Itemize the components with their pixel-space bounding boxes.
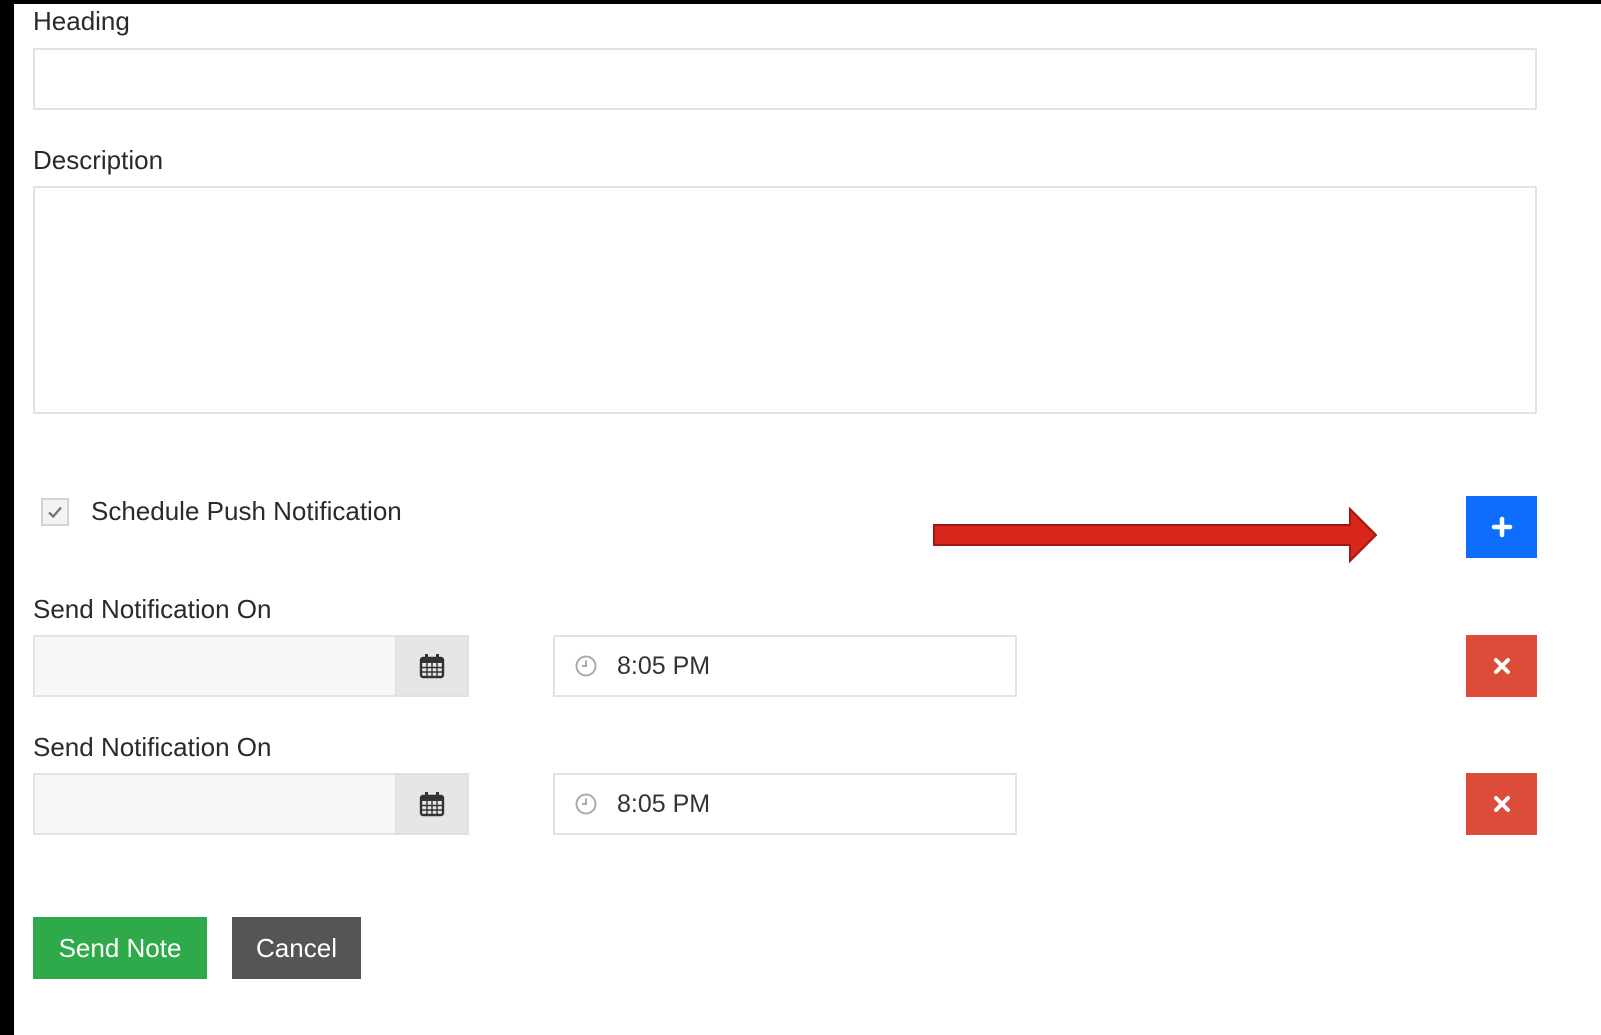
time-input[interactable]: 8:05 PM: [553, 635, 1017, 697]
add-notification-button[interactable]: [1466, 496, 1537, 558]
time-input[interactable]: 8:05 PM: [553, 773, 1017, 835]
schedule-checkbox[interactable]: [41, 498, 69, 526]
send-notification-label: Send Notification On: [33, 594, 272, 624]
date-input[interactable]: [33, 773, 397, 835]
times-icon: [1493, 796, 1510, 812]
description-label: Description: [33, 145, 164, 175]
remove-notification-button[interactable]: [1466, 773, 1537, 835]
heading-input[interactable]: [33, 48, 1537, 110]
calendar-icon: [419, 654, 445, 679]
clock-icon: [573, 653, 599, 679]
calendar-button[interactable]: [395, 773, 469, 835]
send-notification-label: Send Notification On: [33, 732, 272, 762]
red-arrow-annotation: [933, 506, 1378, 564]
plus-icon: [1491, 516, 1512, 538]
times-icon: [1493, 658, 1510, 674]
heading-label: Heading: [33, 6, 130, 36]
date-input[interactable]: [33, 635, 397, 697]
clock-icon: [573, 791, 599, 817]
schedule-label: Schedule Push Notification: [91, 496, 402, 526]
time-value: 8:05 PM: [617, 789, 711, 818]
time-value: 8:05 PM: [617, 651, 711, 680]
remove-notification-button[interactable]: [1466, 635, 1537, 697]
check-icon: [48, 506, 62, 519]
calendar-icon: [419, 792, 445, 817]
calendar-button[interactable]: [395, 635, 469, 697]
send-note-button[interactable]: Send Note: [33, 917, 207, 979]
cancel-button[interactable]: Cancel: [232, 917, 361, 979]
description-textarea[interactable]: [33, 186, 1537, 414]
